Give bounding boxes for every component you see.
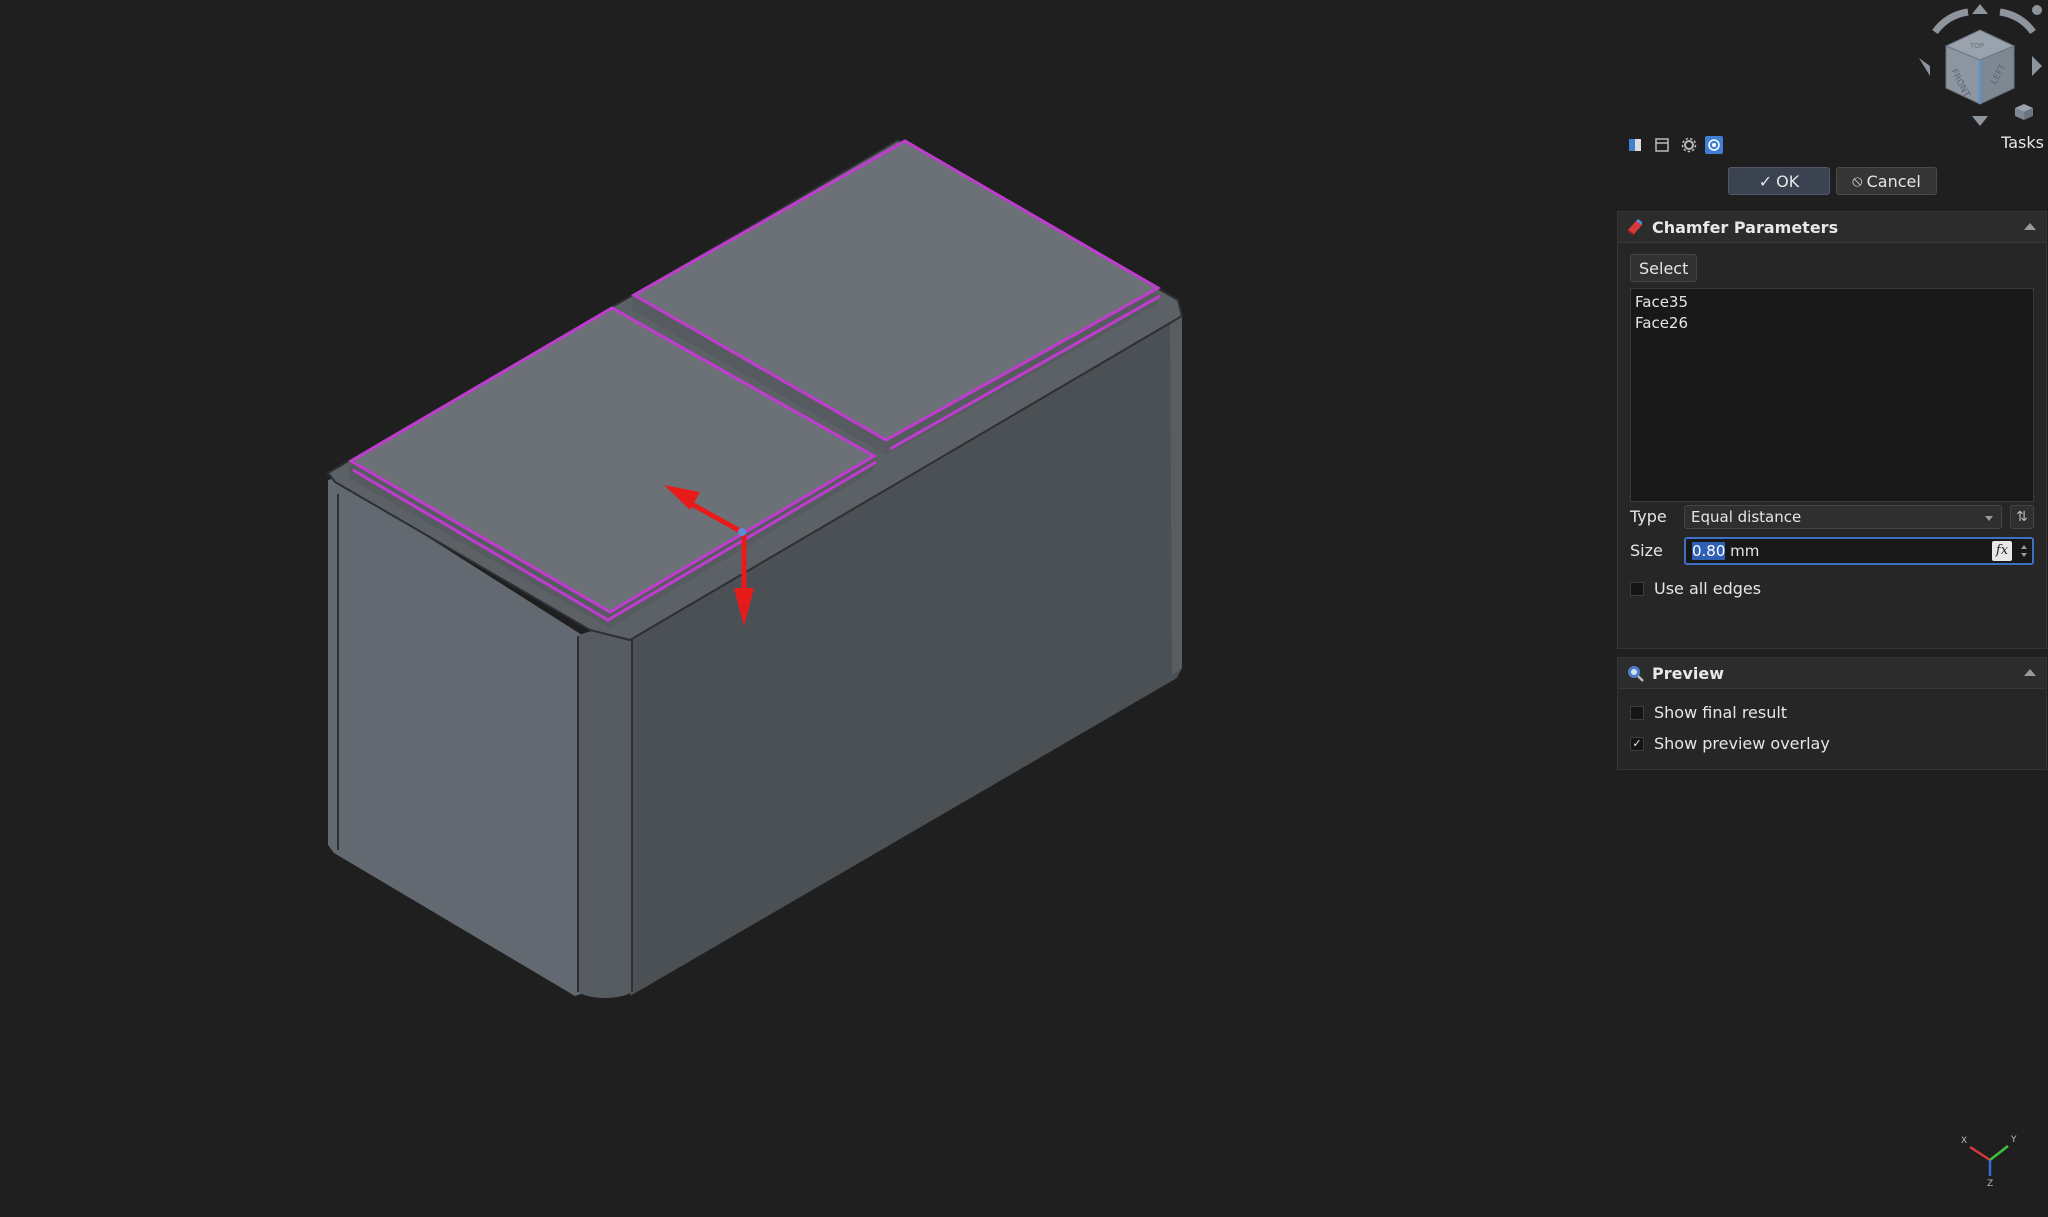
chamfer-icon: [1628, 219, 1642, 236]
preview-header[interactable]: Preview: [1618, 658, 2046, 689]
show-final-result-row[interactable]: Show final result: [1630, 703, 1787, 722]
navcube-rotate-left-icon[interactable]: [1932, 8, 1969, 35]
type-dropdown-value: Equal distance: [1691, 508, 1802, 526]
show-final-result-label: Show final result: [1654, 703, 1788, 722]
type-label: Type: [1630, 507, 1667, 526]
show-preview-overlay-checkbox[interactable]: ✓: [1630, 736, 1644, 751]
use-all-edges-label: Use all edges: [1654, 579, 1762, 598]
preview-title: Preview: [1652, 663, 1725, 683]
axis-z-label: Z: [1987, 1179, 1993, 1189]
navcube-arrow-left-icon[interactable]: [1919, 58, 1930, 76]
preview-icon: [1628, 666, 1644, 682]
cancel-button[interactable]: ⦸ Cancel: [1836, 167, 1937, 195]
chevron-down-icon: [1985, 516, 1993, 521]
box-right-edge-fillet: [1170, 312, 1182, 675]
chamfer-parameters-title: Chamfer Parameters: [1652, 217, 1839, 237]
axis-x-label: X: [1961, 1136, 1967, 1146]
navcube-rotate-right-icon[interactable]: [1999, 8, 2036, 35]
select-button[interactable]: Select: [1630, 254, 1698, 282]
size-unit: mm: [1725, 542, 1760, 560]
collapse-chamfer-icon[interactable]: [2024, 223, 2036, 230]
size-spinner-icon[interactable]: [2019, 542, 2029, 560]
flip-direction-icon: ⇅: [2016, 509, 2028, 525]
navcube-menu-dot-icon[interactable]: [2032, 5, 2042, 15]
box-model[interactable]: [326, 138, 1184, 998]
tasks-label: Tasks: [2001, 133, 2044, 152]
ok-button[interactable]: ✓ OK: [1728, 167, 1830, 195]
face-list-item[interactable]: Face35: [1635, 292, 2029, 313]
use-all-edges-checkbox[interactable]: [1630, 581, 1644, 596]
chamfer-parameters-section: Chamfer Parameters Select Face35 Face26 …: [1617, 211, 2047, 649]
axis-triad: X Y Z: [1961, 1135, 2017, 1189]
settings-tab-icon[interactable]: [1678, 134, 1700, 156]
size-value: 0.80: [1692, 542, 1726, 560]
navcube-arrow-down-icon[interactable]: [1972, 116, 1988, 126]
axis-y-label: Y: [2010, 1135, 2017, 1145]
view-menu-cube-icon[interactable]: [2015, 104, 2033, 120]
flip-direction-button[interactable]: ⇅: [2010, 505, 2034, 529]
navcube-top-text: TOP: [1969, 42, 1984, 50]
navcube-arrow-right-icon[interactable]: [2032, 56, 2042, 76]
model-tab-icon[interactable]: [1624, 134, 1646, 156]
face-list[interactable]: Face35 Face26: [1630, 288, 2034, 502]
size-input[interactable]: 0.80 mm fx: [1684, 537, 2034, 565]
box-front-corner-fillet[interactable]: [578, 630, 632, 998]
type-dropdown[interactable]: Equal distance: [1684, 505, 2002, 529]
navigation-cube[interactable]: FRONT LEFT TOP: [1919, 4, 2042, 126]
face-list-item[interactable]: Face26: [1635, 313, 2029, 334]
show-preview-overlay-row[interactable]: ✓ Show preview overlay: [1630, 734, 1830, 753]
size-label: Size: [1630, 541, 1663, 560]
collapse-preview-icon[interactable]: [2024, 669, 2036, 676]
tasks-tab-icon[interactable]: [1705, 136, 1723, 154]
show-final-result-checkbox[interactable]: [1630, 705, 1644, 720]
show-preview-overlay-label: Show preview overlay: [1654, 734, 1830, 753]
navcube-arrow-up-icon[interactable]: [1972, 4, 1988, 14]
use-all-edges-row[interactable]: Use all edges: [1630, 579, 1761, 598]
cancel-icon: ⦸: [1852, 171, 1863, 190]
expression-fx-button[interactable]: fx: [1992, 541, 2012, 561]
chamfer-parameters-header[interactable]: Chamfer Parameters: [1618, 212, 2046, 243]
ok-label: OK: [1776, 171, 1800, 191]
preview-section: Preview Show final result ✓ Show preview…: [1617, 657, 2047, 770]
check-icon: ✓: [1758, 171, 1773, 191]
cancel-label: Cancel: [1866, 171, 1921, 191]
properties-tab-icon[interactable]: [1651, 134, 1673, 156]
